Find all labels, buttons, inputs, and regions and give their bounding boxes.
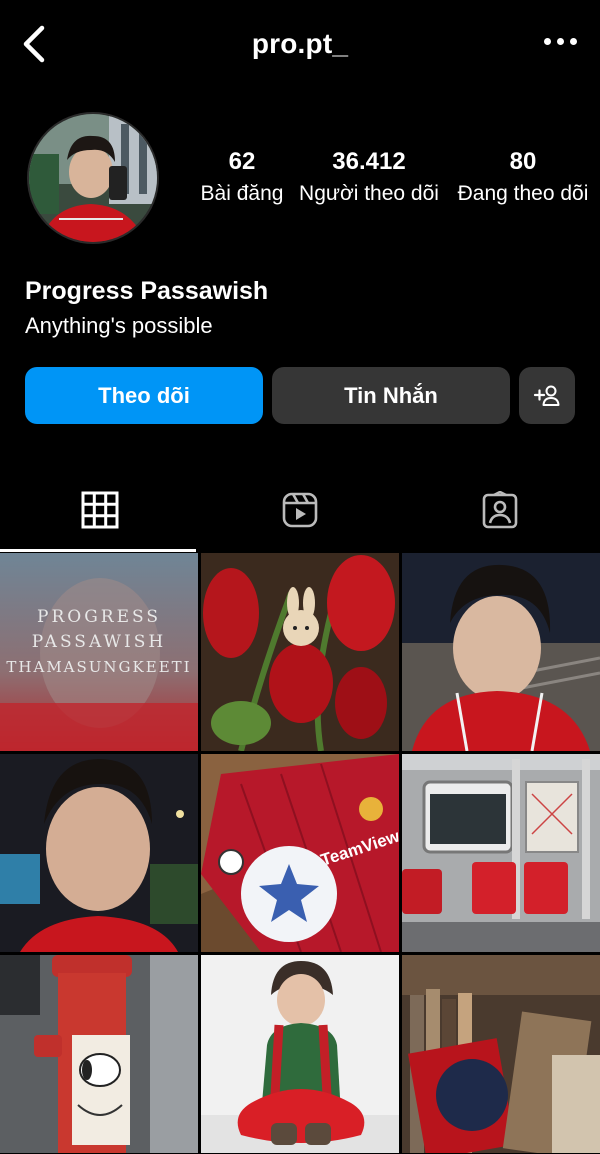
post-thumbnail[interactable] (402, 553, 600, 751)
message-button[interactable]: Tin Nhắn (272, 367, 510, 424)
suggest-users-button[interactable] (519, 367, 575, 424)
more-options-icon[interactable] (544, 38, 578, 48)
following-label: Đang theo dõi (457, 182, 589, 205)
followers-count: 36.412 (332, 148, 406, 175)
posts-count: 62 (228, 148, 256, 175)
tagged-icon (482, 491, 518, 529)
top-header: pro.pt_ (0, 0, 600, 95)
following-count: 80 (509, 148, 537, 175)
following-stat[interactable]: 80 Đang theo dõi (448, 148, 598, 206)
posts-grid: PROGRESS PASSAWISH THAMASUNGKEETI TeamVi… (0, 553, 600, 1154)
post-thumbnail[interactable] (402, 955, 600, 1153)
post-thumbnail[interactable] (201, 553, 399, 751)
post-thumbnail[interactable] (0, 754, 198, 952)
grid-icon (81, 491, 119, 529)
tab-reels[interactable] (200, 468, 400, 552)
caption-line: PROGRESS (37, 607, 161, 627)
caption-line: PASSAWISH (31, 632, 167, 652)
followers-stat[interactable]: 36.412 Người theo dõi (294, 148, 444, 206)
posts-stat[interactable]: 62 Bài đăng (190, 148, 294, 206)
post-thumbnail[interactable] (0, 955, 198, 1153)
profile-tabs (0, 468, 600, 552)
reels-icon (282, 492, 318, 528)
profile-bio: Anything's possible (25, 313, 213, 338)
tab-posts-grid[interactable] (0, 468, 200, 552)
post-1-caption: PROGRESS PASSAWISH THAMASUNGKEETI (0, 605, 198, 680)
post-thumbnail[interactable]: PROGRESS PASSAWISH THAMASUNGKEETI (0, 553, 198, 751)
profile-avatar[interactable] (27, 112, 159, 244)
followers-label: Người theo dõi (299, 182, 439, 205)
post-thumbnail[interactable] (201, 955, 399, 1153)
add-user-icon (533, 385, 560, 406)
profile-username: pro.pt_ (251, 28, 349, 59)
caption-line: THAMASUNGKEETI (6, 658, 192, 676)
posts-label: Bài đăng (200, 182, 284, 205)
post-thumbnail[interactable]: TeamViewer (201, 754, 399, 952)
display-name: Progress Passawish (25, 277, 269, 305)
profile-stats: 62 Bài đăng 36.412 Người theo dõi 80 Đan… (190, 148, 600, 218)
follow-button[interactable]: Theo dõi (25, 367, 263, 424)
tab-tagged[interactable] (400, 468, 600, 552)
post-thumbnail[interactable] (402, 754, 600, 952)
